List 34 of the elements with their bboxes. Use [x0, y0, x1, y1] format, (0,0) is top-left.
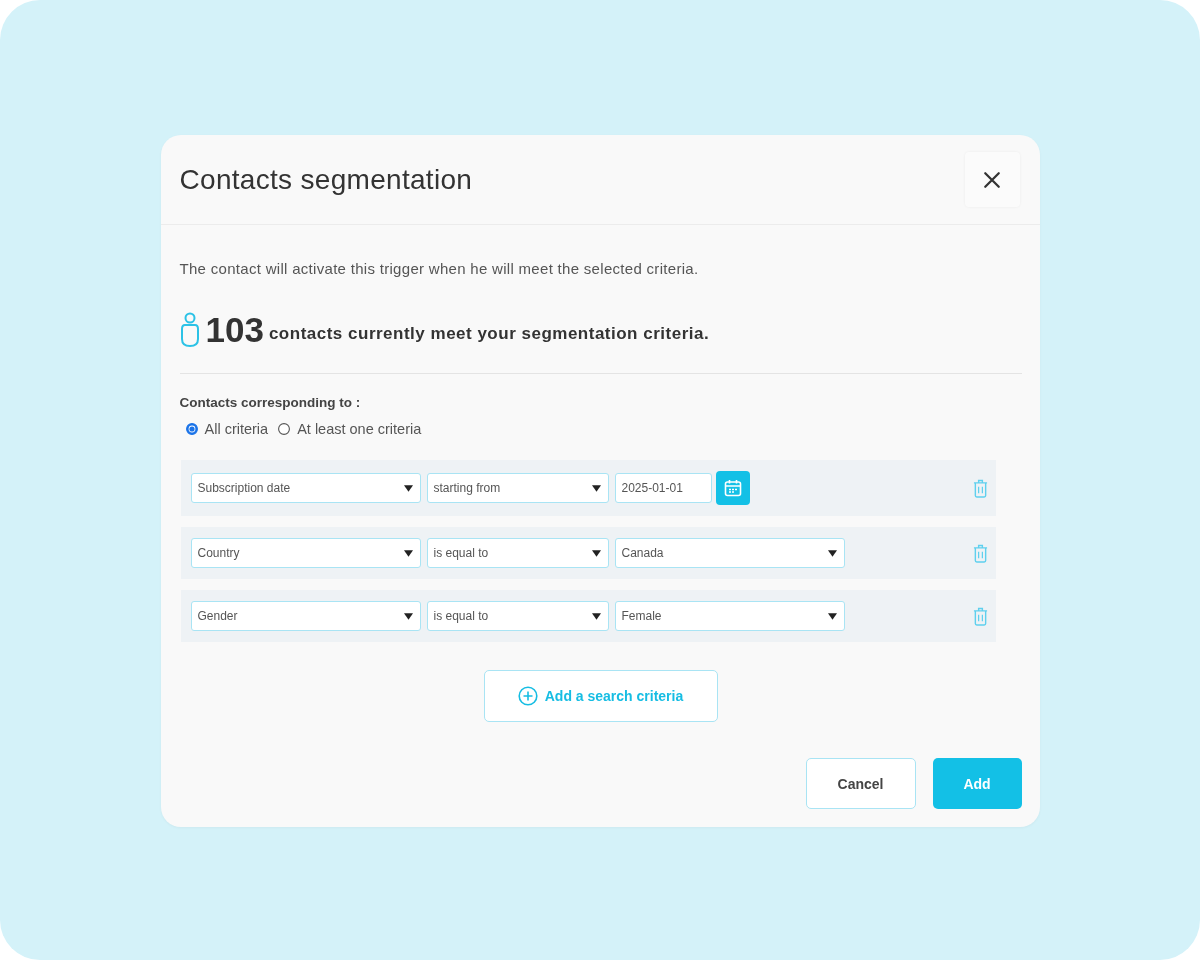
- caret-icon: [591, 612, 601, 620]
- operator-select[interactable]: is equal to: [426, 538, 609, 568]
- caret-icon: [403, 484, 413, 492]
- contact-count: 103: [205, 310, 264, 350]
- caret-icon: [827, 549, 837, 557]
- field-select[interactable]: Subscription date: [190, 473, 421, 503]
- field-select[interactable]: Gender: [190, 601, 421, 631]
- caret-icon: [591, 549, 601, 557]
- radio-option[interactable]: At least one criteria: [278, 420, 422, 438]
- match-label: Contacts corresponding to :: [179, 394, 362, 412]
- calendar-button[interactable]: [715, 471, 750, 505]
- field-select[interactable]: Country: [190, 538, 421, 568]
- close-button[interactable]: [964, 152, 1020, 207]
- cancel-button[interactable]: Cancel: [805, 758, 916, 809]
- caret-icon: [403, 549, 413, 557]
- plus-circle-icon: [517, 686, 538, 706]
- operator-select[interactable]: is equal to: [426, 601, 609, 631]
- trash-icon[interactable]: [972, 606, 988, 626]
- operator-select[interactable]: starting from: [426, 473, 609, 503]
- dialog-title: Contacts segmentation: [179, 162, 473, 197]
- trash-icon[interactable]: [972, 478, 988, 498]
- value-select[interactable]: Female: [614, 601, 845, 631]
- summary-text: contacts currently meet your segmentation criteria.: [268, 323, 710, 344]
- date-field[interactable]: 2025-01-01: [614, 473, 712, 503]
- caret-icon: [403, 612, 413, 620]
- description-text: The contact will activate this trigger when he will meet the selected criteria.: [179, 259, 700, 279]
- calendar-icon: [723, 479, 742, 497]
- value-select[interactable]: Canada: [614, 538, 845, 568]
- trash-icon[interactable]: [972, 543, 988, 563]
- radio-option[interactable]: All criteria: [185, 420, 269, 438]
- caret-icon: [827, 612, 837, 620]
- person-icon: [179, 312, 200, 348]
- caret-icon: [591, 484, 601, 492]
- close-icon: [983, 170, 1001, 189]
